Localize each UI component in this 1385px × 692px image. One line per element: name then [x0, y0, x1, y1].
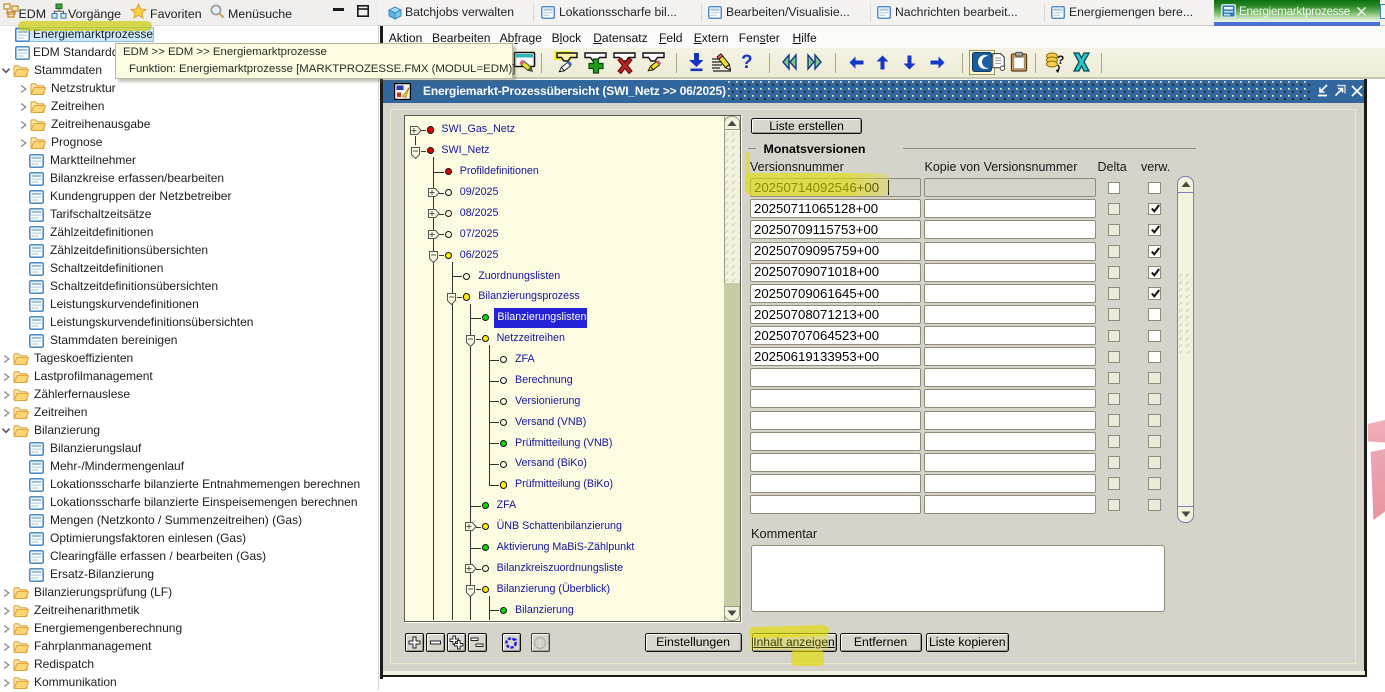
svg-text:?: ? [1057, 53, 1064, 67]
